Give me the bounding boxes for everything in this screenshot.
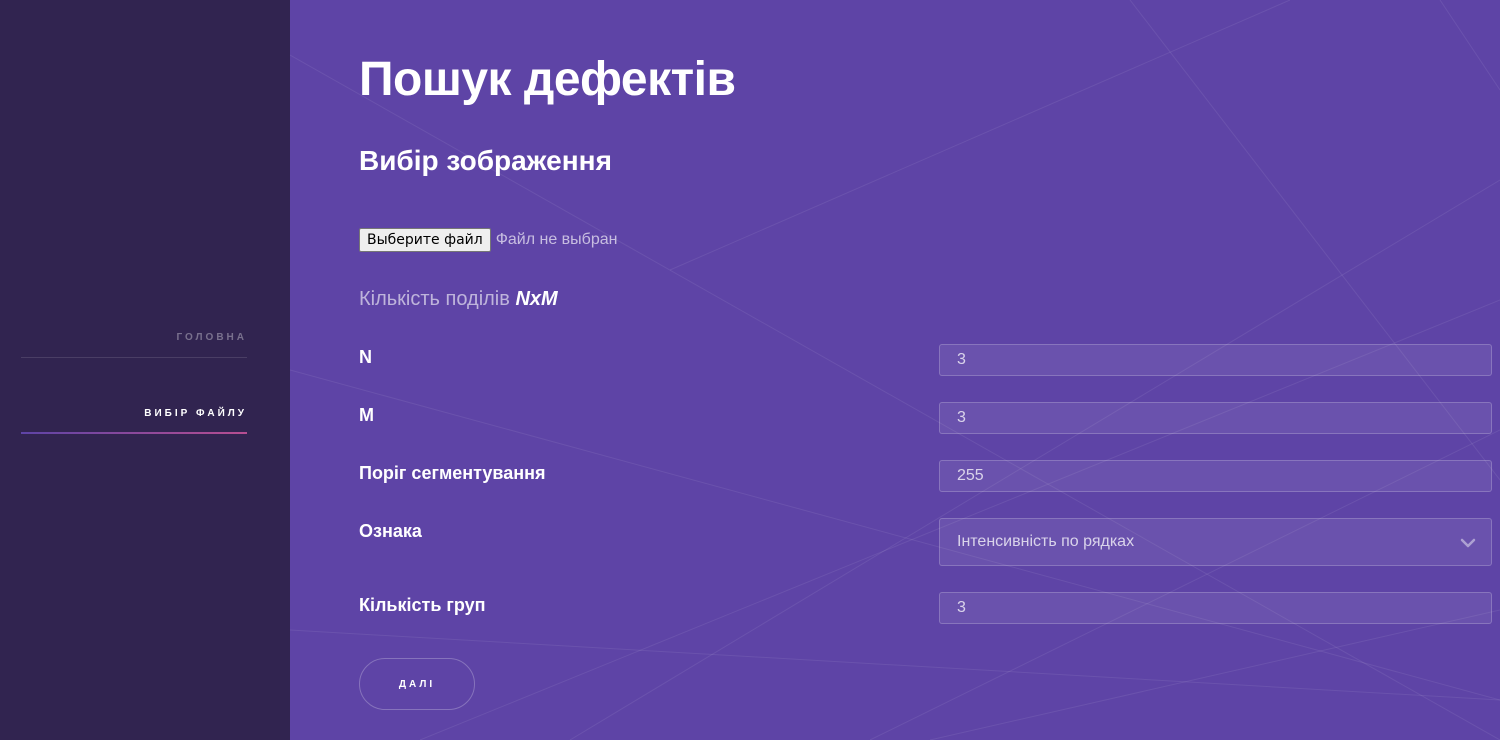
sidebar: ГОЛОВНА ВИБІР ФАЙЛУ — [0, 0, 290, 740]
feature-select-value: Інтенсивність по рядках — [957, 533, 1135, 550]
n-label: N — [359, 347, 372, 367]
feature-label: Ознака — [359, 521, 422, 541]
feature-select[interactable]: Інтенсивність по рядках — [939, 518, 1492, 566]
next-button[interactable]: ДАЛІ — [359, 658, 475, 710]
main-panel: Пошук дефектів Вибір зображення Выберите… — [290, 0, 1500, 740]
chevron-down-icon — [1460, 538, 1476, 548]
divisions-label: Кількість поділів — [359, 288, 510, 310]
nav-item-home[interactable]: ГОЛОВНА — [21, 320, 247, 358]
divisions-emphasis: NxM — [515, 288, 558, 310]
choose-file-button[interactable]: Выберите файл — [359, 228, 491, 252]
groups-label: Кількість груп — [359, 595, 486, 615]
threshold-label: Поріг сегментування — [359, 463, 546, 483]
nav-item-file-select[interactable]: ВИБІР ФАЙЛУ — [21, 396, 247, 434]
section-title: Вибір зображення — [359, 145, 612, 176]
divisions-heading: Кількість поділів NxM — [359, 288, 558, 311]
sidebar-nav: ГОЛОВНА ВИБІР ФАЙЛУ — [21, 320, 247, 434]
groups-input[interactable] — [939, 592, 1492, 624]
m-input[interactable] — [939, 402, 1492, 434]
m-label: M — [359, 405, 374, 425]
threshold-input[interactable] — [939, 460, 1492, 492]
file-status: Файл не выбран — [495, 231, 618, 248]
n-input[interactable] — [939, 344, 1492, 376]
page-title: Пошук дефектів — [359, 53, 736, 106]
file-picker: Выберите файл Файл не выбран — [359, 228, 617, 252]
